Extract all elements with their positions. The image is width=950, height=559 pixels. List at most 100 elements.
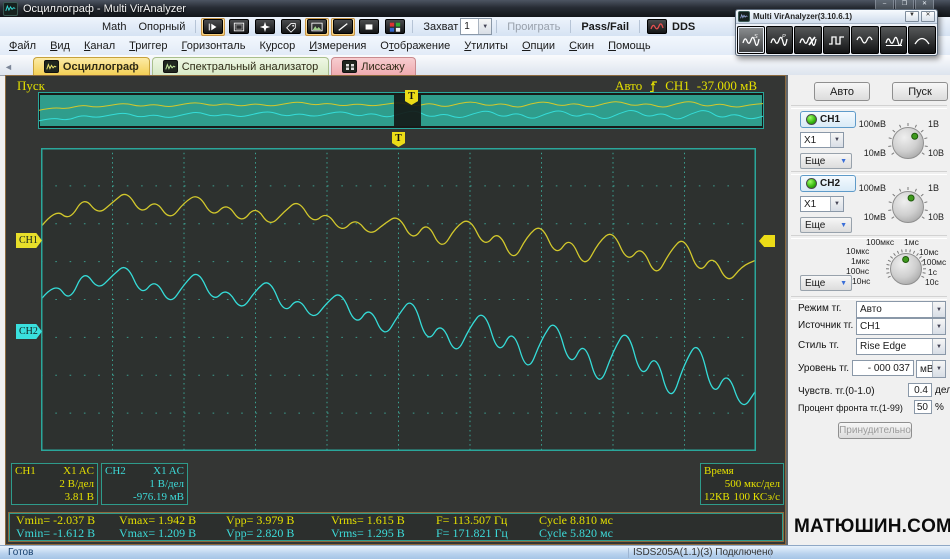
math-button[interactable]: Math [96,20,132,34]
window-icon [229,19,250,34]
chevron-down-icon: ▼ [830,133,843,147]
ch1-position-flag[interactable]: CH1 [16,233,42,248]
float-window-title-bar[interactable]: Multi VirAnalyzer(3.10.6.1) ▼ ✕ [736,10,937,24]
trigger-source-select[interactable]: CH1 ▼ [856,318,946,335]
smooth-wave-icon [914,37,930,45]
tab-scroll-left-icon[interactable]: ◄ [4,62,13,72]
palette-icon [385,19,406,34]
ch1-probe-select[interactable]: X1 ▼ [800,132,844,148]
menu-items: Файл Вид Канал Триггер Горизонталь Курсор Изме… [2,38,658,54]
ch2-enable-button[interactable]: CH2 [800,175,856,192]
ch2-probe-select[interactable]: X1 ▼ [800,196,844,212]
image-icon-button[interactable] [305,17,330,36]
ch2-knob-label-10mv: 10мВ [863,212,886,222]
timebase-knob[interactable] [884,247,928,291]
panel-toggle-icon-button[interactable] [201,17,226,36]
timebase-more-button[interactable]: Еще ▼ [800,275,852,291]
menu-Триггер[interactable]: Триггер [122,38,174,54]
menu-Скин[interactable]: Скин [562,38,601,54]
lissajous-tab-icon [342,60,358,73]
dual-wave-icon-button[interactable] [851,26,879,54]
tab-label: Спектральный анализатор [181,60,319,73]
tab-spectrum-analyzer[interactable]: Спектральный анализатор [151,57,330,75]
record-wave-icon-button[interactable] [794,26,822,54]
timebase-info-box: Время 500 мкс/дел 12КВ 100 КСэ/с [700,463,784,505]
trigger-level-input[interactable]: - 000 037 [852,360,914,376]
scope-s-icon-button[interactable]: S [737,26,765,54]
trigger-edge-percent-input[interactable]: 50 [914,400,932,414]
menu-Вид[interactable]: Вид [43,38,77,54]
window-icon-button[interactable] [227,18,251,36]
float-app-icon [738,11,750,22]
dds-button[interactable] [645,18,669,36]
menu-Утилиты[interactable]: Утилиты [457,38,515,54]
chevron-down-icon: ▼ [478,19,492,34]
tab-lissajous[interactable]: Лиссажу [331,57,416,75]
smooth-wave-icon-button[interactable] [908,26,937,54]
move-icon [255,19,276,34]
svg-text:P: P [782,34,786,40]
trigger-level-marker[interactable] [759,235,775,247]
ch1-button-label: CH1 [820,114,841,125]
tab-strip: ◄ Осциллограф Спектральный анализатор Ли… [0,55,950,76]
trigger-sensitivity-input[interactable]: 0.4 [908,383,932,397]
trigger-mode-label: Режим тг. [798,303,842,314]
force-trigger-button[interactable]: Принудительно [838,422,912,439]
menu-Опции[interactable]: Опции [515,38,562,54]
ch1-enable-button[interactable]: CH1 [800,111,856,128]
measurement-value: F= 171.821 Гц [436,526,508,540]
move-icon-button[interactable] [253,18,277,36]
trigger-style-label: Стиль тг. [798,340,839,351]
square-wave-icon-button[interactable] [822,26,851,54]
ch2-more-button[interactable]: Еще ▼ [800,217,852,233]
line-icon-button[interactable] [331,17,356,36]
trigger-mode-select[interactable]: Авто ▼ [856,301,946,318]
ch1-volts-knob[interactable] [886,121,930,165]
ch1-more-button[interactable]: Еще ▼ [800,153,852,169]
reference-button[interactable]: Опорный [132,20,191,34]
palette-icon-button[interactable] [383,18,407,36]
pass-fail-button[interactable]: Pass/Fail [575,20,635,34]
time-label-1ms: 1мс [904,237,919,247]
scope-s-icon: S [742,34,760,46]
float-minimize-button[interactable]: ▼ [905,11,919,22]
menu-Канал[interactable]: Канал [77,38,122,54]
rect-icon-button[interactable] [357,18,381,36]
menu-Горизонталь[interactable]: Горизонталь [175,38,253,54]
chevron-down-icon: ▼ [932,339,945,354]
time-label-1s: 1с [928,267,937,277]
ch2-position-flag[interactable]: CH2 [16,324,42,339]
tag-icon-button[interactable] [279,18,303,36]
chevron-down-icon: ▼ [932,361,945,377]
menu-Помощь[interactable]: Помощь [601,38,658,54]
float-tool-window: Multi VirAnalyzer(3.10.6.1) ▼ ✕ S P [735,9,938,56]
scope-p-icon: P [770,34,788,46]
ch2-volts-knob[interactable] [886,185,930,229]
play-button[interactable]: Проиграть [501,20,566,34]
tab-label: Осциллограф [62,60,139,73]
scope-p-icon-button[interactable]: P [765,26,794,54]
menu-Курсор[interactable]: Курсор [252,38,302,54]
menu-Измерения[interactable]: Измерения [302,38,373,54]
window-title: Осциллограф - Multi VirAnalyzer [23,2,186,15]
measurement-value: Vmax= 1.209 В [119,526,197,540]
sweep-wave-icon-button[interactable] [879,26,908,54]
trigger-level-unit-select[interactable]: мВ ▼ [916,360,946,378]
ch1-info-box: CH1 X1 AC 2 В/дел 3.81 В [11,463,98,505]
trigger-position-marker[interactable]: T [392,132,405,147]
auto-button[interactable]: Авто [814,82,870,101]
record-wave-icon [799,36,817,46]
trigger-style-select[interactable]: Rise Edge ▼ [856,338,946,355]
acquisition-preview-strip[interactable] [38,92,764,129]
float-close-button[interactable]: ✕ [921,11,935,22]
measurement-value: Vpp= 2.820 В [226,526,295,540]
menu-Отображение[interactable]: Отображение [373,38,457,54]
capture-count-select[interactable]: 1 ▼ [460,18,493,35]
trigger-sensitivity-label: Чувств. тг.(0-1.0) [798,386,875,397]
run-button[interactable]: Пуск [892,82,948,101]
toolbar-icon-group [200,17,408,36]
menu-Файл[interactable]: Файл [2,38,43,54]
time-label-100us: 100мкс [866,237,895,247]
tab-oscilloscope[interactable]: Осциллограф [32,57,150,75]
ch1-led-icon [806,114,817,125]
